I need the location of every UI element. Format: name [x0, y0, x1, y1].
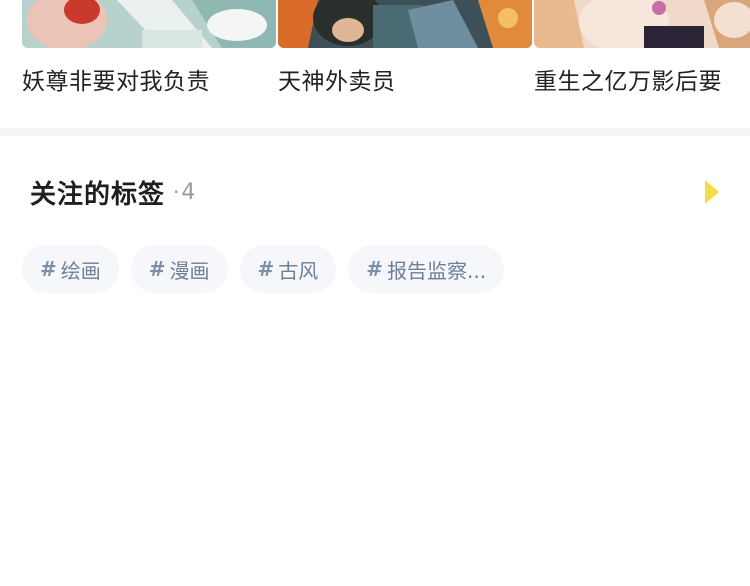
- hash-icon: #: [148, 257, 166, 281]
- tag-label: 漫画: [169, 258, 210, 283]
- hash-icon: #: [366, 257, 384, 281]
- comic-card-3[interactable]: 重生之亿万影后要: [534, 0, 750, 110]
- tag-chip[interactable]: # 绘画: [22, 245, 119, 293]
- section-divider: [0, 128, 750, 136]
- tag-label: 绘画: [60, 258, 101, 283]
- comic-cover-2[interactable]: [278, 0, 532, 48]
- comic-title-3[interactable]: 重生之亿万影后要: [534, 62, 722, 96]
- section-count: 4: [181, 179, 196, 205]
- comic-cover-3[interactable]: [534, 0, 750, 48]
- comic-title-2[interactable]: 天神外卖员: [278, 62, 396, 96]
- tag-label: 古风: [278, 258, 319, 283]
- comic-card-1[interactable]: 妖尊非要对我负责: [22, 0, 276, 110]
- section-title: 关注的标签: [30, 179, 166, 210]
- comic-title-1[interactable]: 妖尊非要对我负责: [22, 62, 210, 96]
- comic-list: 妖尊非要对我负责 天神外卖员 重生之亿万影后要: [0, 0, 750, 130]
- tag-label: 报告监察...: [387, 258, 487, 283]
- section-count-separator: ·: [173, 180, 180, 204]
- tag-list: # 绘画 # 漫画 # 古风 # 报告监察...: [22, 245, 516, 293]
- hash-icon: #: [257, 257, 275, 281]
- triangle-right-icon[interactable]: [703, 178, 721, 206]
- hash-icon: #: [40, 257, 57, 281]
- tag-chip[interactable]: # 古风: [239, 245, 337, 293]
- tag-chip[interactable]: # 报告监察...: [348, 245, 505, 293]
- tag-chip[interactable]: # 漫画: [130, 245, 228, 293]
- page: 妖尊非要对我负责 天神外卖员 重生之亿万影后要 关注的标签 · 4 # 绘画 #…: [0, 0, 750, 586]
- followed-tags-header: 关注的标签 · 4: [30, 172, 195, 212]
- comic-card-2[interactable]: 天神外卖员: [278, 0, 532, 110]
- comic-cover-1[interactable]: [22, 0, 276, 48]
